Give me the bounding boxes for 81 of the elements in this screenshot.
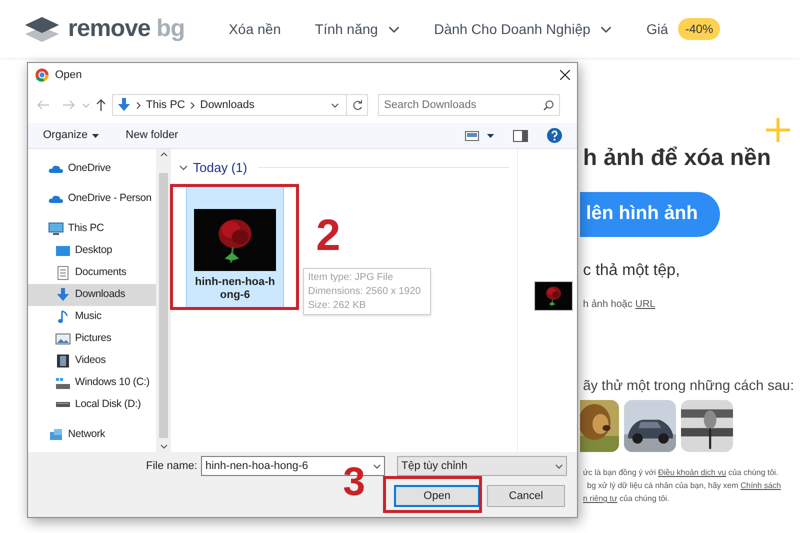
scrollbar[interactable] [156,149,171,452]
breadcrumb-item[interactable]: Downloads [200,96,255,114]
legal-link[interactable]: n riêng tư [583,494,618,503]
browser-icon [35,68,49,82]
search-icon [543,100,554,110]
nav-link[interactable]: Tính năng [314,18,400,40]
logo-icon [24,15,60,43]
scroll-up-icon [160,152,168,157]
caret-icon[interactable] [487,134,494,138]
drop-text: c thả một tệp, [583,261,681,281]
tooltip-line: Dimensions: 2560 x 1920 [308,285,422,299]
file-type-dropdown[interactable]: Tệp tùy chỉnh [397,456,568,476]
url-link[interactable]: URL [635,299,656,310]
preview-pane-icon[interactable] [513,130,528,142]
sidebar-item[interactable]: OneDrive [28,158,156,180]
tooltip-line: Size: 262 KB [308,299,367,313]
sidebar-item[interactable]: Downloads [28,284,156,306]
sidebar-item[interactable]: OneDrive - Person [28,188,156,210]
sidebar-item[interactable]: Windows 10 (C:) [28,372,156,394]
chevron-down-icon [600,26,612,32]
recent-locations-icon [82,102,90,108]
dialog-button[interactable]: Open [394,485,480,507]
breadcrumb-separator-icon [136,102,141,108]
sidebar-item[interactable]: Desktop [28,240,156,262]
sidebar-item[interactable]: Videos [28,350,156,372]
chevron-down-icon [331,102,339,108]
sidebar-item[interactable]: This PC [28,218,156,240]
close-icon[interactable] [560,70,570,80]
paste-text: h ảnh hoặc URL [583,298,656,312]
legal-link[interactable]: Chính sách [740,481,781,490]
sidebar-item[interactable]: Documents [28,262,156,284]
file-tile[interactable]: hinh-nen-hoa-h ong-6 [186,186,284,308]
search-field[interactable]: Search Downloads [378,94,560,116]
file-name: hinh-nen-hoa-h ong-6 [194,276,276,302]
caret-icon [92,134,99,138]
view-icon[interactable] [465,130,479,140]
logo-text[interactable]: remove bg [68,11,185,47]
sparkle-icon [765,118,791,142]
legal-text: ức là bạn đồng ý với Điều khoản dịch vụ của chúng tôi. [583,467,780,479]
nav-link[interactable]: Xóa nền [228,18,281,40]
drive-icon [55,402,71,408]
organize-button[interactable]: Organize [43,127,99,144]
sidebar-item[interactable]: Local Disk (D:) [28,394,156,416]
chevron-down-icon [555,464,564,468]
breadcrumb-item[interactable]: This PC [146,96,186,114]
discount-badge: -40% [678,18,720,40]
chevron-down-icon [388,26,400,32]
sidebar-item[interactable]: Music [28,306,156,328]
network-icon [48,428,64,442]
address-bar[interactable]: This PC Downloads [112,94,368,116]
step-number: 2 [316,214,340,258]
nav-link[interactable]: Dành Cho Doanh Nghiệp [434,18,612,40]
download-icon [117,98,131,112]
legal-link[interactable]: Điều khoản dịch vụ [658,468,726,477]
download-icon [55,288,71,302]
new-folder-button[interactable]: New folder [126,127,178,144]
scroll-down-icon [160,444,168,449]
sidebar-item[interactable]: Network [28,424,156,446]
legal-text: bg xử lý dữ liệu cá nhân của bạn, hãy xem Chính sách [586,480,782,492]
samples-title: ãy thử một trong những cách sau: [583,376,795,394]
hero-title: h ảnh để xóa nền [583,143,772,172]
legal-text: n riêng tư của chúng tôi. [583,493,670,505]
desktop-icon [55,244,71,258]
help-icon[interactable] [547,128,562,143]
dialog-title: Open [55,68,82,83]
sidebar-item[interactable]: Pictures [28,328,156,350]
up-icon[interactable] [96,99,106,111]
refresh-icon[interactable] [352,100,363,110]
tooltip-line: Item type: JPG File [308,271,394,285]
film-icon [55,354,71,368]
drive-icon [55,376,71,390]
monitor-icon [48,222,64,236]
dialog-button[interactable]: Cancel [487,485,565,507]
nav-link[interactable]: Giá [646,18,668,40]
document-icon [55,266,71,280]
file-name-label: File name: [146,458,198,474]
chevron-down-icon [373,464,382,468]
group-header: Today (1) [193,159,248,177]
breadcrumb-separator-icon [190,102,196,108]
pictures-icon [55,332,71,346]
chevron-down-icon[interactable] [179,163,188,172]
